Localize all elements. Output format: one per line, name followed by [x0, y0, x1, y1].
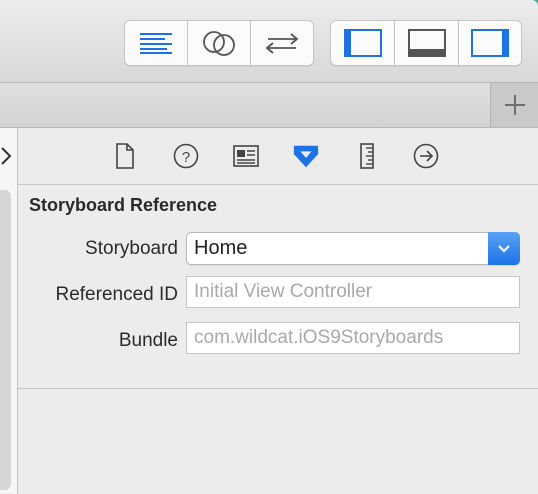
toolbar	[0, 0, 538, 83]
tab-identity-inspector[interactable]	[232, 142, 260, 170]
tab-bar	[0, 83, 538, 128]
svg-text:?: ?	[182, 149, 190, 166]
standard-editor-button[interactable]	[125, 21, 187, 65]
referenced-id-label: Referenced ID	[55, 284, 178, 305]
tab-connections-inspector[interactable]	[412, 142, 440, 170]
attributes-inspector-icon	[293, 145, 319, 168]
inspector-empty-area	[18, 389, 538, 494]
navigator-panel-icon	[343, 29, 382, 57]
file-inspector-icon	[116, 143, 134, 169]
add-tab-button[interactable]	[490, 83, 538, 127]
tab-file-inspector[interactable]	[111, 142, 139, 170]
tab-attributes-inspector[interactable]	[292, 142, 320, 170]
navigator-toggle-button[interactable]	[331, 21, 394, 65]
storyboard-label: Storyboard	[85, 238, 178, 259]
connections-inspector-icon	[413, 143, 439, 169]
version-editor-icon	[265, 33, 299, 54]
size-inspector-icon	[360, 143, 374, 169]
chevron-down-icon	[488, 232, 520, 265]
quick-help-icon: ?	[173, 143, 199, 169]
bundle-field[interactable]: com.wildcat.iOS9Storyboards	[186, 322, 520, 354]
inspector-tab-bar: ?	[18, 128, 538, 185]
view-toggle-control	[330, 20, 522, 66]
navigator-pane-edge	[0, 128, 18, 494]
editor-mode-control	[124, 20, 314, 66]
utilities-inspector: ? Storyboard Reference Storyboard Home R…	[18, 128, 538, 494]
plus-icon	[505, 95, 525, 115]
tab-quick-help[interactable]: ?	[172, 142, 200, 170]
storyboard-popup[interactable]: Home	[186, 232, 520, 265]
utilities-panel-icon	[471, 29, 509, 57]
section-title: Storyboard Reference	[29, 195, 218, 215]
referenced-id-field[interactable]: Initial View Controller	[186, 276, 520, 308]
storyboard-value: Home	[194, 237, 248, 259]
identity-inspector-icon	[233, 145, 259, 167]
version-editor-button[interactable]	[250, 21, 313, 65]
tab-size-inspector[interactable]	[353, 142, 381, 170]
standard-editor-icon	[140, 33, 172, 54]
utilities-toggle-button[interactable]	[458, 21, 521, 65]
bundle-label: Bundle	[118, 330, 178, 351]
assistant-editor-icon	[203, 31, 235, 56]
debug-toggle-button[interactable]	[394, 21, 458, 65]
disclosure-chevron-icon[interactable]	[0, 146, 12, 166]
assistant-editor-button[interactable]	[187, 21, 250, 65]
scrollbar-thumb[interactable]	[0, 190, 11, 490]
debug-area-icon	[407, 29, 446, 57]
